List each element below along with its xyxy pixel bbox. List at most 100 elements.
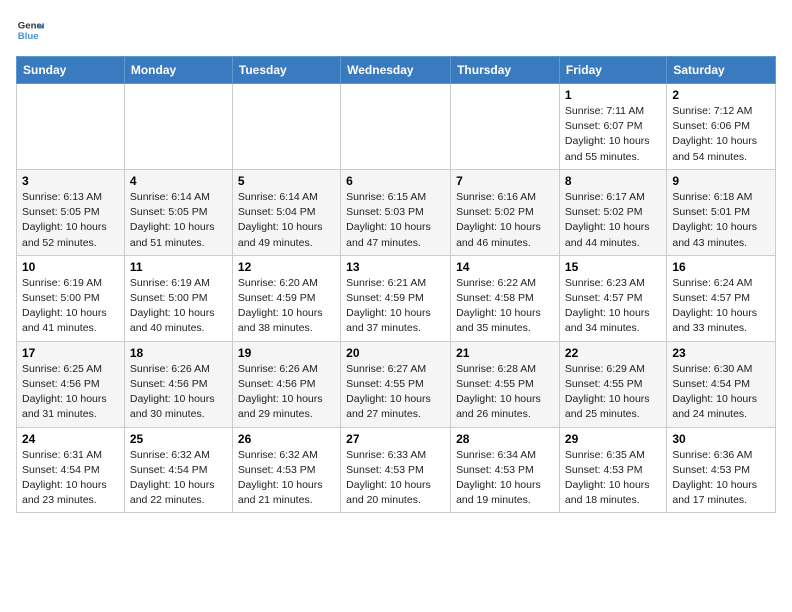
day-number: 8 bbox=[565, 174, 661, 188]
day-info: Sunrise: 6:32 AM Sunset: 4:53 PM Dayligh… bbox=[238, 448, 335, 509]
day-info: Sunrise: 6:13 AM Sunset: 5:05 PM Dayligh… bbox=[22, 190, 119, 251]
day-number: 17 bbox=[22, 346, 119, 360]
calendar-cell: 14 Sunrise: 6:22 AM Sunset: 4:58 PM Dayli… bbox=[451, 255, 560, 341]
day-info: Sunrise: 6:19 AM Sunset: 5:00 PM Dayligh… bbox=[22, 276, 119, 337]
weekday-header-saturday: Saturday bbox=[667, 57, 776, 84]
day-number: 3 bbox=[22, 174, 119, 188]
day-number: 26 bbox=[238, 432, 335, 446]
day-info: Sunrise: 6:23 AM Sunset: 4:57 PM Dayligh… bbox=[565, 276, 661, 337]
day-info: Sunrise: 6:18 AM Sunset: 5:01 PM Dayligh… bbox=[672, 190, 770, 251]
logo: General Blue bbox=[16, 16, 44, 44]
week-row-3: 10Sunrise: 6:19 AM Sunset: 5:00 PM Dayli… bbox=[17, 255, 776, 341]
day-info: Sunrise: 6:29 AM Sunset: 4:55 PM Dayligh… bbox=[565, 362, 661, 423]
day-info: Sunrise: 6:33 AM Sunset: 4:53 PM Dayligh… bbox=[346, 448, 445, 509]
calendar-cell: 6 Sunrise: 6:15 AM Sunset: 5:03 PM Daylig… bbox=[341, 169, 451, 255]
day-info: Sunrise: 6:25 AM Sunset: 4:56 PM Dayligh… bbox=[22, 362, 119, 423]
day-info: Sunrise: 6:24 AM Sunset: 4:57 PM Dayligh… bbox=[672, 276, 770, 337]
calendar-cell: 1 Sunrise: 7:11 AM Sunset: 6:07 PM Daylig… bbox=[559, 84, 666, 170]
week-row-4: 17 Sunrise: 6:25 AM Sunset: 4:56 PM Dayli… bbox=[17, 341, 776, 427]
calendar-cell: 9 Sunrise: 6:18 AM Sunset: 5:01 PM Daylig… bbox=[667, 169, 776, 255]
day-number: 28 bbox=[456, 432, 554, 446]
day-number: 7 bbox=[456, 174, 554, 188]
calendar-cell: 13 Sunrise: 6:21 AM Sunset: 4:59 PM Dayli… bbox=[341, 255, 451, 341]
weekday-header-monday: Monday bbox=[124, 57, 232, 84]
weekday-header-thursday: Thursday bbox=[451, 57, 560, 84]
day-info: Sunrise: 6:34 AM Sunset: 4:53 PM Dayligh… bbox=[456, 448, 554, 509]
day-number: 25 bbox=[130, 432, 227, 446]
day-info: Sunrise: 6:20 AM Sunset: 4:59 PM Dayligh… bbox=[238, 276, 335, 337]
day-info: Sunrise: 6:26 AM Sunset: 4:56 PM Dayligh… bbox=[238, 362, 335, 423]
day-number: 18 bbox=[130, 346, 227, 360]
day-number: 24 bbox=[22, 432, 119, 446]
day-info: Sunrise: 6:26 AM Sunset: 4:56 PM Dayligh… bbox=[130, 362, 227, 423]
calendar-cell: 11 Sunrise: 6:19 AM Sunset: 5:00 PM Dayli… bbox=[124, 255, 232, 341]
calendar-cell: 17 Sunrise: 6:25 AM Sunset: 4:56 PM Dayli… bbox=[17, 341, 125, 427]
calendar-cell bbox=[232, 84, 340, 170]
calendar-cell: 29Sunrise: 6:35 AM Sunset: 4:53 PM Dayli… bbox=[559, 427, 666, 513]
calendar-cell: 12Sunrise: 6:20 AM Sunset: 4:59 PM Dayli… bbox=[232, 255, 340, 341]
calendar-cell: 27Sunrise: 6:33 AM Sunset: 4:53 PM Dayli… bbox=[341, 427, 451, 513]
day-info: Sunrise: 6:28 AM Sunset: 4:55 PM Dayligh… bbox=[456, 362, 554, 423]
day-number: 11 bbox=[130, 260, 227, 274]
calendar-cell: 8 Sunrise: 6:17 AM Sunset: 5:02 PM Daylig… bbox=[559, 169, 666, 255]
svg-text:Blue: Blue bbox=[18, 31, 39, 42]
calendar-cell: 28 Sunrise: 6:34 AM Sunset: 4:53 PM Dayli… bbox=[451, 427, 560, 513]
calendar-cell: 25 Sunrise: 6:32 AM Sunset: 4:54 PM Dayli… bbox=[124, 427, 232, 513]
day-info: Sunrise: 6:32 AM Sunset: 4:54 PM Dayligh… bbox=[130, 448, 227, 509]
day-info: Sunrise: 6:31 AM Sunset: 4:54 PM Dayligh… bbox=[22, 448, 119, 509]
day-number: 22 bbox=[565, 346, 661, 360]
calendar-cell: 23 Sunrise: 6:30 AM Sunset: 4:54 PM Dayli… bbox=[667, 341, 776, 427]
day-number: 23 bbox=[672, 346, 770, 360]
day-info: Sunrise: 6:15 AM Sunset: 5:03 PM Dayligh… bbox=[346, 190, 445, 251]
day-number: 29 bbox=[565, 432, 661, 446]
calendar-cell bbox=[17, 84, 125, 170]
calendar-cell: 2 Sunrise: 7:12 AM Sunset: 6:06 PM Daylig… bbox=[667, 84, 776, 170]
day-number: 5 bbox=[238, 174, 335, 188]
calendar-cell: 10Sunrise: 6:19 AM Sunset: 5:00 PM Dayli… bbox=[17, 255, 125, 341]
calendar-table: SundayMondayTuesdayWednesdayThursdayFrid… bbox=[16, 56, 776, 513]
calendar-cell: 15Sunrise: 6:23 AM Sunset: 4:57 PM Dayli… bbox=[559, 255, 666, 341]
calendar-cell: 19Sunrise: 6:26 AM Sunset: 4:56 PM Dayli… bbox=[232, 341, 340, 427]
weekday-header-tuesday: Tuesday bbox=[232, 57, 340, 84]
day-info: Sunrise: 7:12 AM Sunset: 6:06 PM Dayligh… bbox=[672, 104, 770, 165]
week-row-5: 24 Sunrise: 6:31 AM Sunset: 4:54 PM Dayli… bbox=[17, 427, 776, 513]
week-row-2: 3 Sunrise: 6:13 AM Sunset: 5:05 PM Daylig… bbox=[17, 169, 776, 255]
calendar-cell: 24 Sunrise: 6:31 AM Sunset: 4:54 PM Dayli… bbox=[17, 427, 125, 513]
calendar-cell: 18 Sunrise: 6:26 AM Sunset: 4:56 PM Dayli… bbox=[124, 341, 232, 427]
calendar-cell: 16 Sunrise: 6:24 AM Sunset: 4:57 PM Dayli… bbox=[667, 255, 776, 341]
day-number: 9 bbox=[672, 174, 770, 188]
day-info: Sunrise: 6:19 AM Sunset: 5:00 PM Dayligh… bbox=[130, 276, 227, 337]
page-container: General Blue SundayMondayTuesdayWednesda… bbox=[16, 16, 776, 513]
weekday-header-wednesday: Wednesday bbox=[341, 57, 451, 84]
day-number: 13 bbox=[346, 260, 445, 274]
day-number: 2 bbox=[672, 88, 770, 102]
calendar-cell: 30 Sunrise: 6:36 AM Sunset: 4:53 PM Dayli… bbox=[667, 427, 776, 513]
calendar-cell bbox=[451, 84, 560, 170]
day-info: Sunrise: 6:16 AM Sunset: 5:02 PM Dayligh… bbox=[456, 190, 554, 251]
calendar-cell: 7 Sunrise: 6:16 AM Sunset: 5:02 PM Daylig… bbox=[451, 169, 560, 255]
day-number: 14 bbox=[456, 260, 554, 274]
weekday-header-friday: Friday bbox=[559, 57, 666, 84]
day-info: Sunrise: 7:11 AM Sunset: 6:07 PM Dayligh… bbox=[565, 104, 661, 165]
weekday-header-sunday: Sunday bbox=[17, 57, 125, 84]
header-section: General Blue bbox=[16, 16, 776, 44]
day-info: Sunrise: 6:14 AM Sunset: 5:04 PM Dayligh… bbox=[238, 190, 335, 251]
day-info: Sunrise: 6:14 AM Sunset: 5:05 PM Dayligh… bbox=[130, 190, 227, 251]
day-info: Sunrise: 6:30 AM Sunset: 4:54 PM Dayligh… bbox=[672, 362, 770, 423]
day-info: Sunrise: 6:22 AM Sunset: 4:58 PM Dayligh… bbox=[456, 276, 554, 337]
day-number: 16 bbox=[672, 260, 770, 274]
day-number: 6 bbox=[346, 174, 445, 188]
day-info: Sunrise: 6:36 AM Sunset: 4:53 PM Dayligh… bbox=[672, 448, 770, 509]
calendar-cell: 5 Sunrise: 6:14 AM Sunset: 5:04 PM Daylig… bbox=[232, 169, 340, 255]
weekday-header-row: SundayMondayTuesdayWednesdayThursdayFrid… bbox=[17, 57, 776, 84]
calendar-cell: 3 Sunrise: 6:13 AM Sunset: 5:05 PM Daylig… bbox=[17, 169, 125, 255]
calendar-cell bbox=[341, 84, 451, 170]
day-info: Sunrise: 6:21 AM Sunset: 4:59 PM Dayligh… bbox=[346, 276, 445, 337]
calendar-cell: 20Sunrise: 6:27 AM Sunset: 4:55 PM Dayli… bbox=[341, 341, 451, 427]
day-number: 1 bbox=[565, 88, 661, 102]
day-info: Sunrise: 6:17 AM Sunset: 5:02 PM Dayligh… bbox=[565, 190, 661, 251]
calendar-cell: 4Sunrise: 6:14 AM Sunset: 5:05 PM Daylig… bbox=[124, 169, 232, 255]
day-info: Sunrise: 6:27 AM Sunset: 4:55 PM Dayligh… bbox=[346, 362, 445, 423]
day-number: 30 bbox=[672, 432, 770, 446]
calendar-cell bbox=[124, 84, 232, 170]
